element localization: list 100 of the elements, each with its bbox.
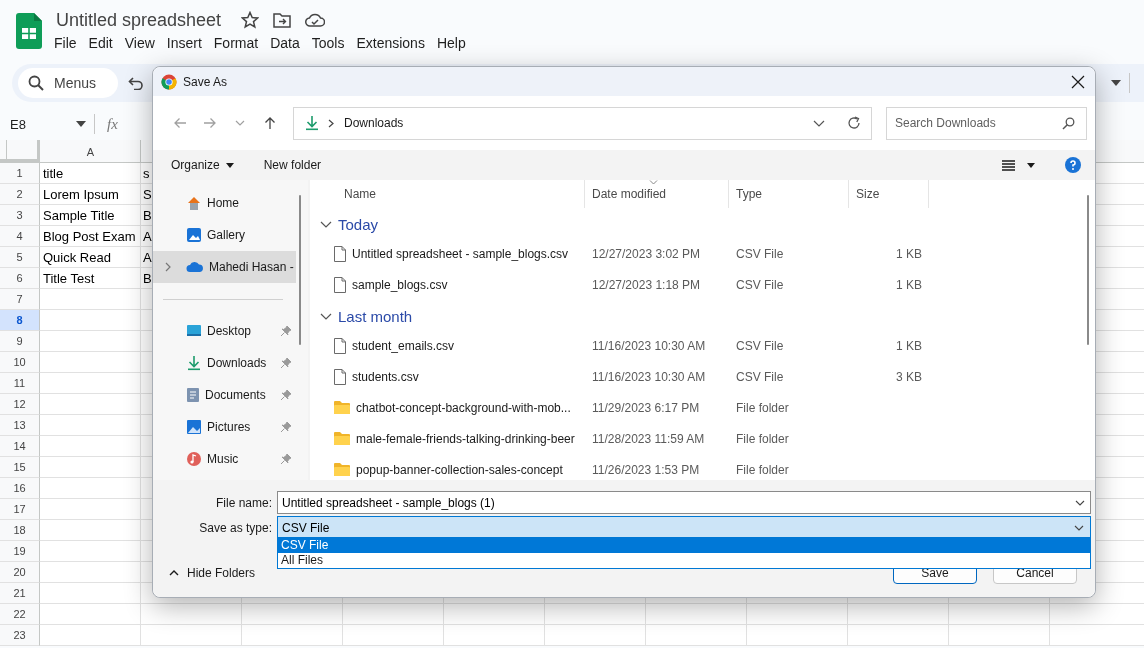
file-name[interactable]: sample_blogs.csv	[352, 277, 448, 292]
scrollbar-thumb[interactable]	[299, 195, 301, 345]
sidebar-item[interactable]: Mahedi Hasan -	[153, 251, 296, 283]
file-type-dropdown[interactable]: CSV File	[277, 516, 1091, 539]
dialog-title: Save As	[183, 74, 228, 89]
close-button[interactable]	[1071, 74, 1085, 89]
up-icon	[263, 116, 277, 130]
star-icon[interactable]	[241, 11, 260, 29]
search-icon[interactable]	[1062, 116, 1075, 130]
date-modified: 12/27/2023 3:02 PM	[592, 246, 701, 261]
menu-item[interactable]: Format	[207, 33, 265, 53]
sidebar-item[interactable]: Pictures	[153, 411, 296, 443]
download-icon	[304, 115, 320, 131]
file-icon	[334, 276, 346, 293]
file-name[interactable]: student_emails.csv	[352, 338, 455, 353]
sidebar-item[interactable]: Gallery	[153, 219, 296, 251]
collapse-chevron-icon[interactable]	[320, 312, 332, 320]
caret-down-icon[interactable]	[76, 121, 86, 127]
help-icon[interactable]	[1065, 157, 1081, 173]
row-number[interactable]: 15	[0, 457, 40, 478]
gallery-icon	[186, 227, 202, 243]
file-name-field[interactable]: Untitled spreadsheet - sample_blogs (1)	[277, 491, 1091, 514]
sidebar-item[interactable]: Desktop	[153, 315, 296, 347]
menu-item[interactable]: Tools	[305, 33, 351, 53]
table-cell-text: A	[142, 249, 152, 267]
folder-move-icon[interactable]	[273, 12, 292, 28]
dropdown-option[interactable]: CSV File	[278, 538, 1090, 553]
row-number[interactable]: 1	[0, 163, 40, 184]
hide-folders-button[interactable]: Hide Folders	[165, 562, 260, 584]
row-number[interactable]: 5	[0, 247, 40, 268]
document-title[interactable]: Untitled spreadsheet	[56, 9, 222, 31]
row-number[interactable]: 10	[0, 352, 40, 373]
sidebar-item[interactable]: Downloads	[153, 347, 296, 379]
row-number[interactable]: 14	[0, 436, 40, 457]
close-icon	[1071, 74, 1085, 89]
menu-item[interactable]: Help	[430, 33, 472, 53]
scrollbar-thumb[interactable]	[1087, 195, 1089, 345]
picture-icon	[186, 419, 202, 435]
search-field[interactable]: Search Downloads	[886, 106, 1087, 140]
file-size: 1 KB	[896, 277, 922, 292]
row-number[interactable]: 22	[0, 604, 40, 625]
menu-item[interactable]: Data	[264, 33, 306, 53]
row-number[interactable]: 6	[0, 268, 40, 289]
group-header[interactable]: Today	[338, 215, 379, 233]
refresh-icon[interactable]	[847, 116, 861, 130]
row-number[interactable]: 11	[0, 373, 40, 394]
row-number[interactable]: 2	[0, 184, 40, 205]
file-name[interactable]: chatbot-concept-background-with-mob...	[356, 400, 571, 415]
sidebar-item[interactable]: Home	[153, 187, 296, 219]
breadcrumb-item[interactable]: Downloads	[344, 116, 404, 130]
search-menus-button[interactable]: Menus	[18, 68, 118, 98]
undo-icon[interactable]	[128, 76, 144, 90]
menu-item[interactable]: Insert	[160, 33, 208, 53]
row-number[interactable]: 4	[0, 226, 40, 247]
row-number[interactable]: 12	[0, 394, 40, 415]
menu-item[interactable]: View	[118, 33, 161, 53]
file-name[interactable]: students.csv	[352, 369, 419, 384]
cell-reference[interactable]: E8	[0, 116, 76, 132]
file-type: CSV File	[736, 277, 784, 292]
date-modified: 11/16/2023 10:30 AM	[592, 338, 706, 353]
table-cell-text: title	[42, 165, 65, 183]
file-name[interactable]: popup-banner-collection-sales-concept	[356, 462, 563, 477]
row-number[interactable]: 16	[0, 478, 40, 499]
group-header[interactable]: Last month	[338, 307, 413, 325]
file-name[interactable]: male-female-friends-talking-drinking-beer	[356, 431, 575, 446]
collapse-chevron-icon[interactable]	[320, 220, 332, 228]
cloud-check-icon[interactable]	[305, 13, 326, 27]
field-label: Save as type:	[198, 520, 273, 535]
chevron-down-icon[interactable]	[813, 119, 825, 127]
menu-item[interactable]: Edit	[82, 33, 119, 53]
row-number[interactable]: 9	[0, 331, 40, 352]
sidebar-item[interactable]: Documents	[153, 379, 296, 411]
row-number[interactable]: 8	[0, 310, 40, 331]
new-folder-button[interactable]: New folder	[255, 154, 330, 176]
row-number[interactable]: 13	[0, 415, 40, 436]
file-type: CSV File	[736, 369, 784, 384]
chevron-down-icon[interactable]	[1075, 500, 1085, 506]
row-number[interactable]: 18	[0, 520, 40, 541]
sidebar-label: Gallery	[207, 228, 245, 242]
row-number[interactable]: 23	[0, 625, 40, 646]
browser-logo-icon	[161, 73, 177, 90]
address-bar[interactable]: Downloads	[293, 106, 872, 140]
row-number[interactable]: 3	[0, 205, 40, 226]
date-modified: 11/29/2023 6:17 PM	[592, 400, 700, 415]
sidebar-item[interactable]: Music	[153, 443, 296, 475]
list-view-icon[interactable]	[1002, 159, 1015, 171]
table-cell-text: Quick Read	[42, 249, 112, 267]
row-number[interactable]: 20	[0, 562, 40, 583]
file-name[interactable]: Untitled spreadsheet - sample_blogs.csv	[352, 246, 569, 261]
column-header[interactable]: A	[40, 140, 141, 162]
caret-down-icon[interactable]	[1111, 80, 1121, 86]
row-number[interactable]: 21	[0, 583, 40, 604]
row-number[interactable]: 7	[0, 289, 40, 310]
organize-button[interactable]: Organize	[163, 154, 242, 176]
file-size: 3 KB	[896, 369, 922, 384]
expand-chevron-icon[interactable]	[165, 262, 171, 272]
menu-item[interactable]: File	[48, 33, 83, 53]
menu-item[interactable]: Extensions	[350, 33, 431, 53]
row-number[interactable]: 17	[0, 499, 40, 520]
row-number[interactable]: 19	[0, 541, 40, 562]
